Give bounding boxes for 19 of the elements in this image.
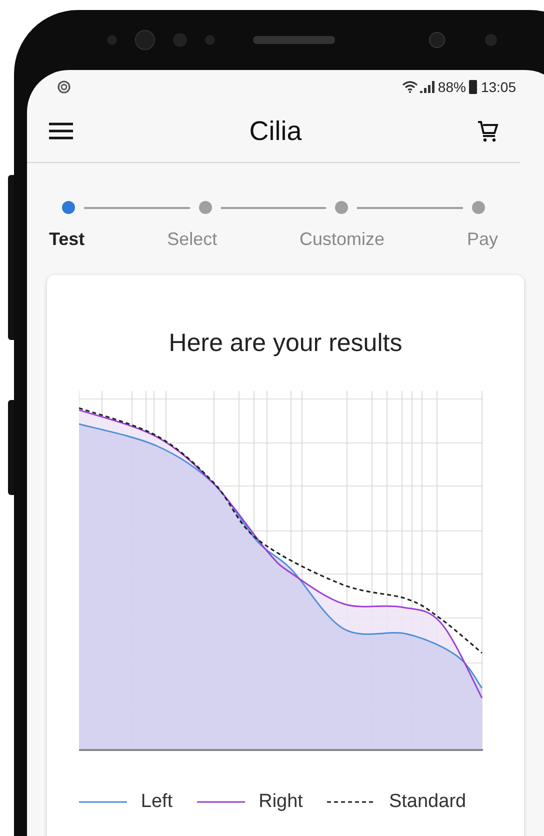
step-tab[interactable]: Select [167,226,218,253]
battery-percent: 88% [438,78,466,96]
camera-icon [135,30,155,50]
camera-icon [429,32,445,48]
menu-icon[interactable] [47,121,75,141]
step-tab[interactable]: Customize [300,226,385,253]
signal-icon [420,81,436,93]
cart-icon[interactable] [476,119,500,143]
battery-icon [468,80,477,94]
legend-label: Left [140,790,173,814]
wifi-icon [402,81,418,93]
clock-time: 13:05 [480,78,516,96]
legend-label: Right [258,790,303,814]
step-tab[interactable]: Pay [466,226,498,253]
ring-icon [57,80,71,94]
legend-label: Standard [388,790,466,814]
results-title: Here are your results [168,328,402,359]
step-tab[interactable]: Test [49,226,85,253]
app-title: Cilia [249,118,302,144]
